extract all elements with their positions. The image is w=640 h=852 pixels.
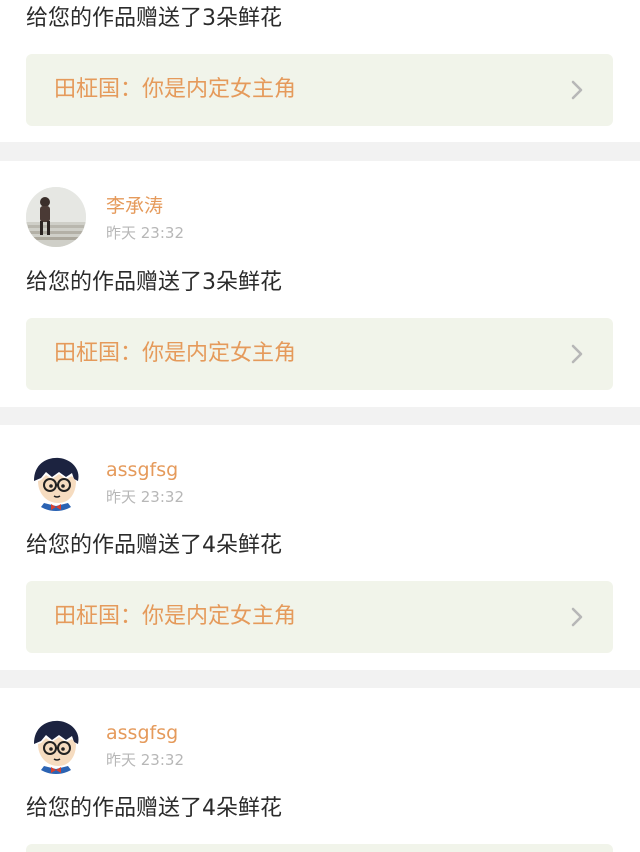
photo-avatar-icon bbox=[26, 187, 86, 247]
chevron-right-icon bbox=[571, 80, 583, 100]
timestamp: 昨天 23:32 bbox=[106, 488, 184, 506]
gift-message: 给您的作品赠送了4朵鲜花 bbox=[26, 533, 282, 558]
username[interactable]: assgfsg bbox=[106, 721, 178, 745]
chevron-right-icon bbox=[571, 607, 583, 627]
notification-card: 给您的作品赠送了3朵鲜花 田柾国：你是内定女主角 bbox=[0, 0, 640, 142]
notification-card: assgfsg 昨天 23:32 给您的作品赠送了4朵鲜花 bbox=[0, 688, 640, 852]
timestamp: 昨天 23:32 bbox=[106, 224, 184, 242]
notification-card: 李承涛 昨天 23:32 给您的作品赠送了3朵鲜花 田柾国：你是内定女主角 bbox=[0, 161, 640, 407]
timestamp: 昨天 23:32 bbox=[106, 751, 184, 769]
username[interactable]: assgfsg bbox=[106, 458, 178, 482]
gift-message: 给您的作品赠送了4朵鲜花 bbox=[26, 796, 282, 821]
notification-card: assgfsg 昨天 23:32 给您的作品赠送了4朵鲜花 田柾国：你是内定女主… bbox=[0, 425, 640, 670]
username[interactable]: 李承涛 bbox=[106, 194, 163, 218]
work-link[interactable]: 田柾国：你是内定女主角 bbox=[26, 581, 613, 653]
user-avatar[interactable] bbox=[26, 187, 86, 247]
chevron-right-icon bbox=[571, 344, 583, 364]
gift-message: 给您的作品赠送了3朵鲜花 bbox=[26, 270, 282, 295]
gift-message: 给您的作品赠送了3朵鲜花 bbox=[26, 6, 282, 31]
work-title: 田柾国：你是内定女主角 bbox=[54, 341, 297, 366]
work-link[interactable]: 田柾国：你是内定女主角 bbox=[26, 318, 613, 390]
cartoon-avatar-icon bbox=[26, 714, 86, 774]
work-link[interactable] bbox=[26, 844, 613, 852]
cartoon-avatar-icon bbox=[26, 451, 86, 511]
user-avatar[interactable] bbox=[26, 451, 86, 511]
work-title: 田柾国：你是内定女主角 bbox=[54, 77, 297, 102]
work-title: 田柾国：你是内定女主角 bbox=[54, 604, 297, 629]
user-avatar[interactable] bbox=[26, 714, 86, 774]
notification-feed: 给您的作品赠送了3朵鲜花 田柾国：你是内定女主角 李承涛 昨天 23:32 给您… bbox=[0, 0, 640, 852]
work-link[interactable]: 田柾国：你是内定女主角 bbox=[26, 54, 613, 126]
